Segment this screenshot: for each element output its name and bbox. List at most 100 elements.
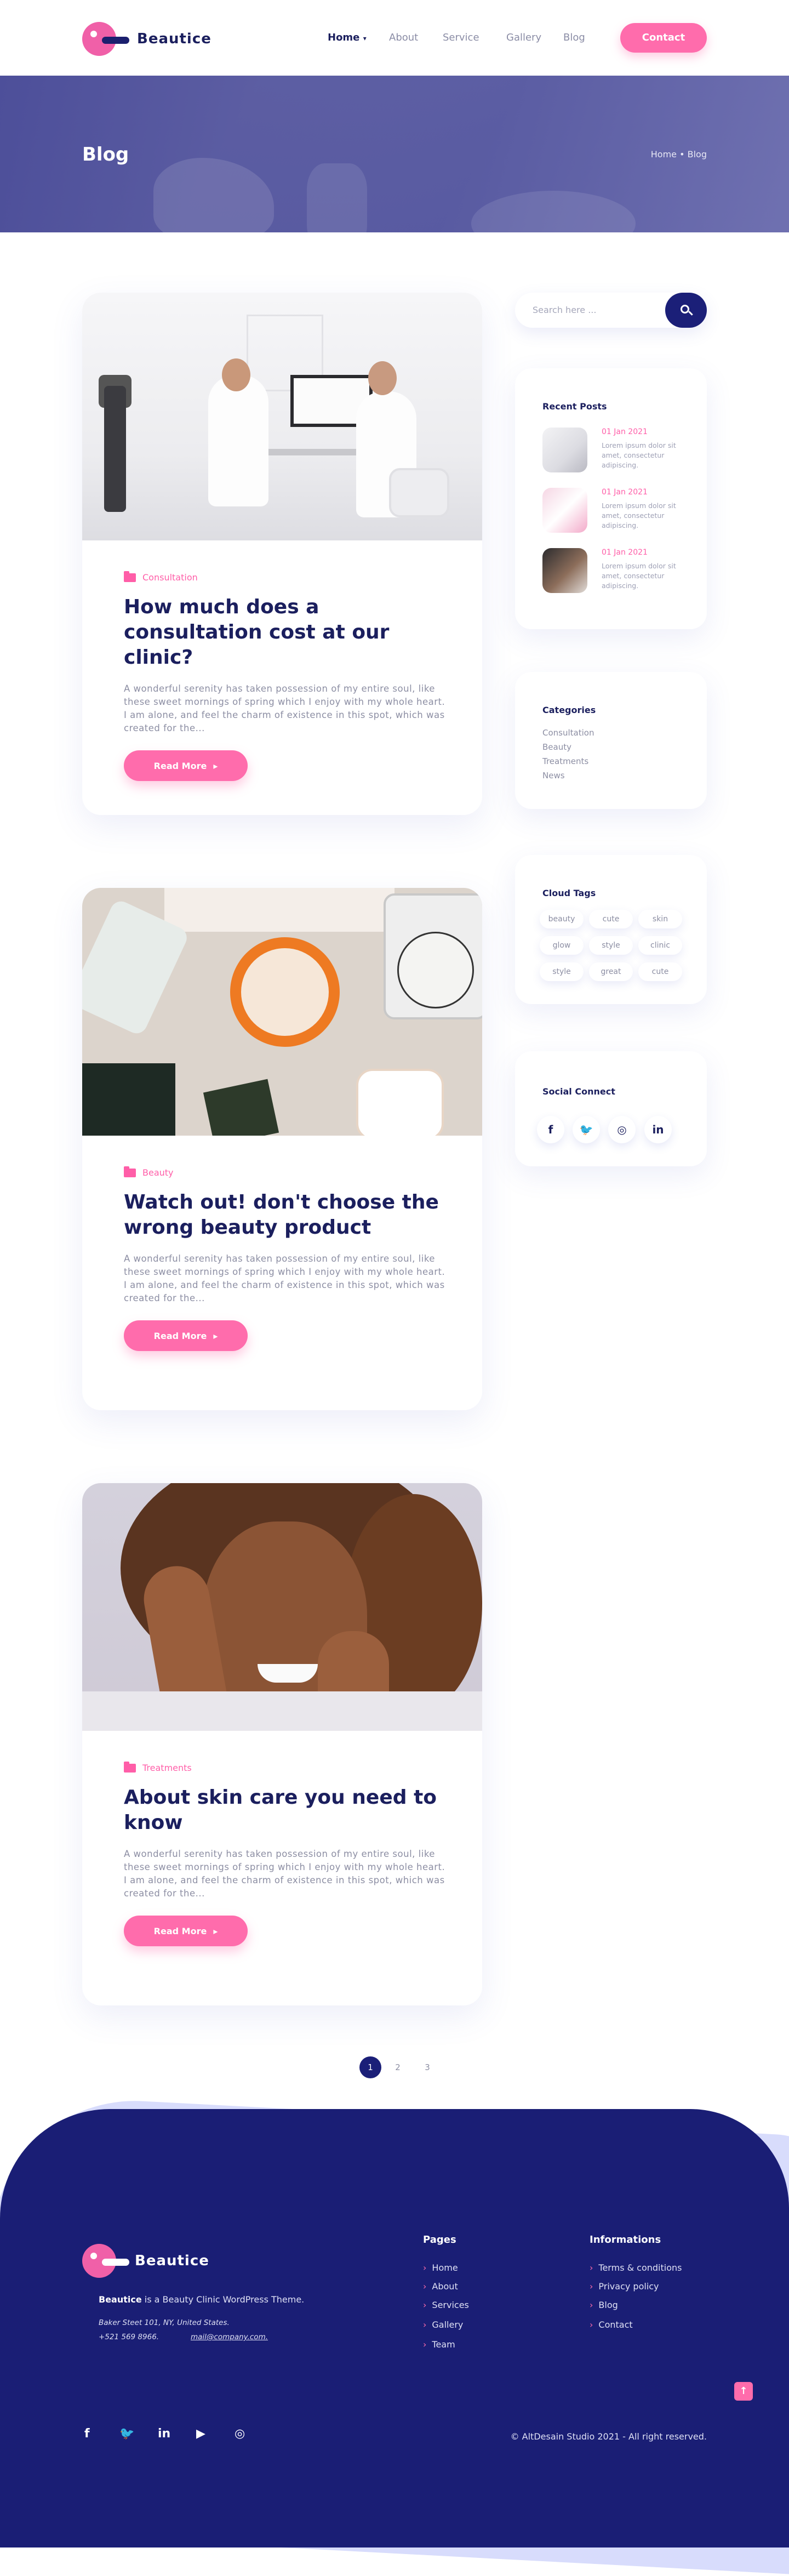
post-category[interactable]: Beauty [124, 1166, 447, 1178]
nav-blog[interactable]: Blog [563, 32, 607, 43]
instagram-icon[interactable]: ◎ [235, 2427, 245, 2441]
category-link[interactable]: News [542, 771, 565, 780]
post-excerpt: A wonderful serenity has taken possessio… [124, 683, 445, 733]
post-category[interactable]: Consultation [124, 571, 447, 583]
tag-chip[interactable]: beauty [540, 910, 584, 928]
recent-post-thumbnail [542, 488, 587, 533]
recent-post-date: 01 Jan 2021 [602, 428, 648, 436]
footer-link[interactable]: Privacy policy [590, 2281, 659, 2292]
recent-posts-widget: Recent Posts 01 Jan 2021 Lorem ipsum dol… [515, 368, 707, 629]
folder-icon [124, 571, 136, 582]
footer-link[interactable]: Team [423, 2339, 455, 2350]
contact-button[interactable]: Contact [620, 23, 707, 53]
hero-photo-figure [153, 158, 274, 240]
footer-phone: +521 569 8966. [99, 2333, 159, 2341]
widget-title: Social Connect [542, 1086, 615, 1097]
post-image[interactable] [82, 293, 482, 540]
footer-link[interactable]: Home [423, 2262, 458, 2273]
nav-about[interactable]: About [389, 32, 443, 43]
footer-link[interactable]: Gallery [423, 2319, 463, 2330]
post-category-label: Consultation [142, 572, 198, 583]
tag-chip[interactable]: cute [638, 962, 682, 981]
logo-mark-icon [82, 2244, 129, 2278]
recent-post-date: 01 Jan 2021 [602, 548, 648, 557]
twitter-icon[interactable]: 🐦 [573, 1116, 600, 1143]
blog-post-card: Beauty Watch out! don't choose the wrong… [82, 888, 482, 1410]
twitter-icon[interactable]: 🐦 [119, 2427, 134, 2441]
back-to-top-button[interactable]: ↑ [734, 2382, 753, 2401]
read-more-button[interactable]: Read More ▸ [124, 1916, 248, 1946]
instagram-icon[interactable]: ◎ [608, 1116, 636, 1143]
footer-description: Beautice is a Beauty Clinic WordPress Th… [99, 2294, 304, 2305]
read-more-button[interactable]: Read More ▸ [124, 1320, 248, 1351]
youtube-icon[interactable]: ▶ [196, 2427, 205, 2441]
nav-home[interactable]: Home ▾ [328, 32, 389, 43]
tag-chip[interactable]: clinic [638, 936, 682, 955]
folder-icon [124, 1761, 136, 1773]
copyright-text: © AltDesain Studio 2021 - All right rese… [510, 2431, 707, 2442]
chevron-right-icon: ▸ [213, 1925, 218, 1936]
category-link[interactable]: Treatments [542, 756, 588, 766]
logo-mark-icon [82, 22, 129, 56]
widget-title: Categories [542, 705, 596, 715]
tag-chip[interactable]: skin [638, 910, 682, 928]
search-button[interactable] [665, 293, 707, 328]
breadcrumb[interactable]: Home • Blog [651, 149, 707, 159]
widget-title: Recent Posts [542, 401, 607, 412]
post-excerpt: A wonderful serenity has taken possessio… [124, 1253, 445, 1303]
post-image[interactable] [82, 1483, 482, 1731]
hero-photo-figure [471, 191, 636, 257]
footer-info-title: Informations [590, 2234, 661, 2246]
tag-chip[interactable]: style [540, 962, 584, 981]
blog-post-card: Consultation How much does a consultatio… [82, 293, 482, 815]
footer-link[interactable]: Terms & conditions [590, 2262, 682, 2273]
logo[interactable]: Beautice [82, 22, 211, 56]
nav-service[interactable]: Service [443, 32, 506, 43]
post-category-label: Treatments [142, 1763, 192, 1773]
tag-chip[interactable]: glow [540, 936, 584, 955]
post-excerpt: A wonderful serenity has taken possessio… [124, 1849, 445, 1899]
facebook-icon[interactable]: f [84, 2427, 90, 2441]
widget-title: Cloud Tags [542, 888, 596, 898]
linkedin-icon[interactable]: in [644, 1116, 672, 1143]
recent-post-item[interactable]: 01 Jan 2021 Lorem ipsum dolor sit amet, … [542, 428, 690, 472]
recent-post-thumbnail [542, 548, 587, 593]
footer-email-link[interactable]: mail@company.com. [191, 2333, 268, 2341]
chevron-right-icon: ▸ [213, 1330, 218, 1341]
linkedin-icon[interactable]: in [158, 2427, 170, 2441]
footer-link[interactable]: Services [423, 2300, 468, 2310]
social-connect-widget: Social Connect f 🐦 ◎ in [515, 1051, 707, 1166]
read-more-button[interactable]: Read More ▸ [124, 750, 248, 781]
post-category-label: Beauty [142, 1167, 174, 1178]
search-input[interactable]: Search here ... [533, 305, 596, 315]
footer-link[interactable]: Blog [590, 2300, 618, 2310]
read-more-label: Read More [153, 1330, 207, 1341]
post-title[interactable]: About skin care you need to know [124, 1785, 447, 1836]
category-link[interactable]: Consultation [542, 728, 594, 738]
search-box: Search here ... [515, 293, 707, 328]
page-button-3[interactable]: 3 [416, 2056, 438, 2078]
recent-post-text: Lorem ipsum dolor sit amet, consectetur … [602, 441, 676, 469]
post-title[interactable]: How much does a consultation cost at our… [124, 595, 447, 670]
tag-chip[interactable]: great [589, 962, 633, 981]
nav-gallery[interactable]: Gallery [506, 32, 563, 43]
recent-post-text: Lorem ipsum dolor sit amet, consectetur … [602, 562, 676, 590]
page-button-2[interactable]: 2 [387, 2056, 409, 2078]
footer-link[interactable]: Contact [590, 2319, 632, 2330]
post-category[interactable]: Treatments [124, 1761, 447, 1773]
footer-logo-text: Beautice [135, 2253, 209, 2269]
facebook-icon[interactable]: f [537, 1116, 564, 1143]
tag-chip[interactable]: cute [589, 910, 633, 928]
recent-post-thumbnail [542, 428, 587, 472]
footer-logo[interactable]: Beautice [82, 2244, 209, 2278]
logo-text: Beautice [137, 31, 211, 47]
post-image[interactable] [82, 888, 482, 1136]
page-button-1[interactable]: 1 [359, 2056, 381, 2078]
tag-chip[interactable]: style [589, 936, 633, 955]
category-link[interactable]: Beauty [542, 742, 571, 752]
chevron-down-icon: ▾ [363, 35, 367, 42]
recent-post-item[interactable]: 01 Jan 2021 Lorem ipsum dolor sit amet, … [542, 548, 690, 593]
footer-link[interactable]: About [423, 2281, 458, 2292]
recent-post-item[interactable]: 01 Jan 2021 Lorem ipsum dolor sit amet, … [542, 488, 690, 533]
post-title[interactable]: Watch out! don't choose the wrong beauty… [124, 1190, 447, 1240]
